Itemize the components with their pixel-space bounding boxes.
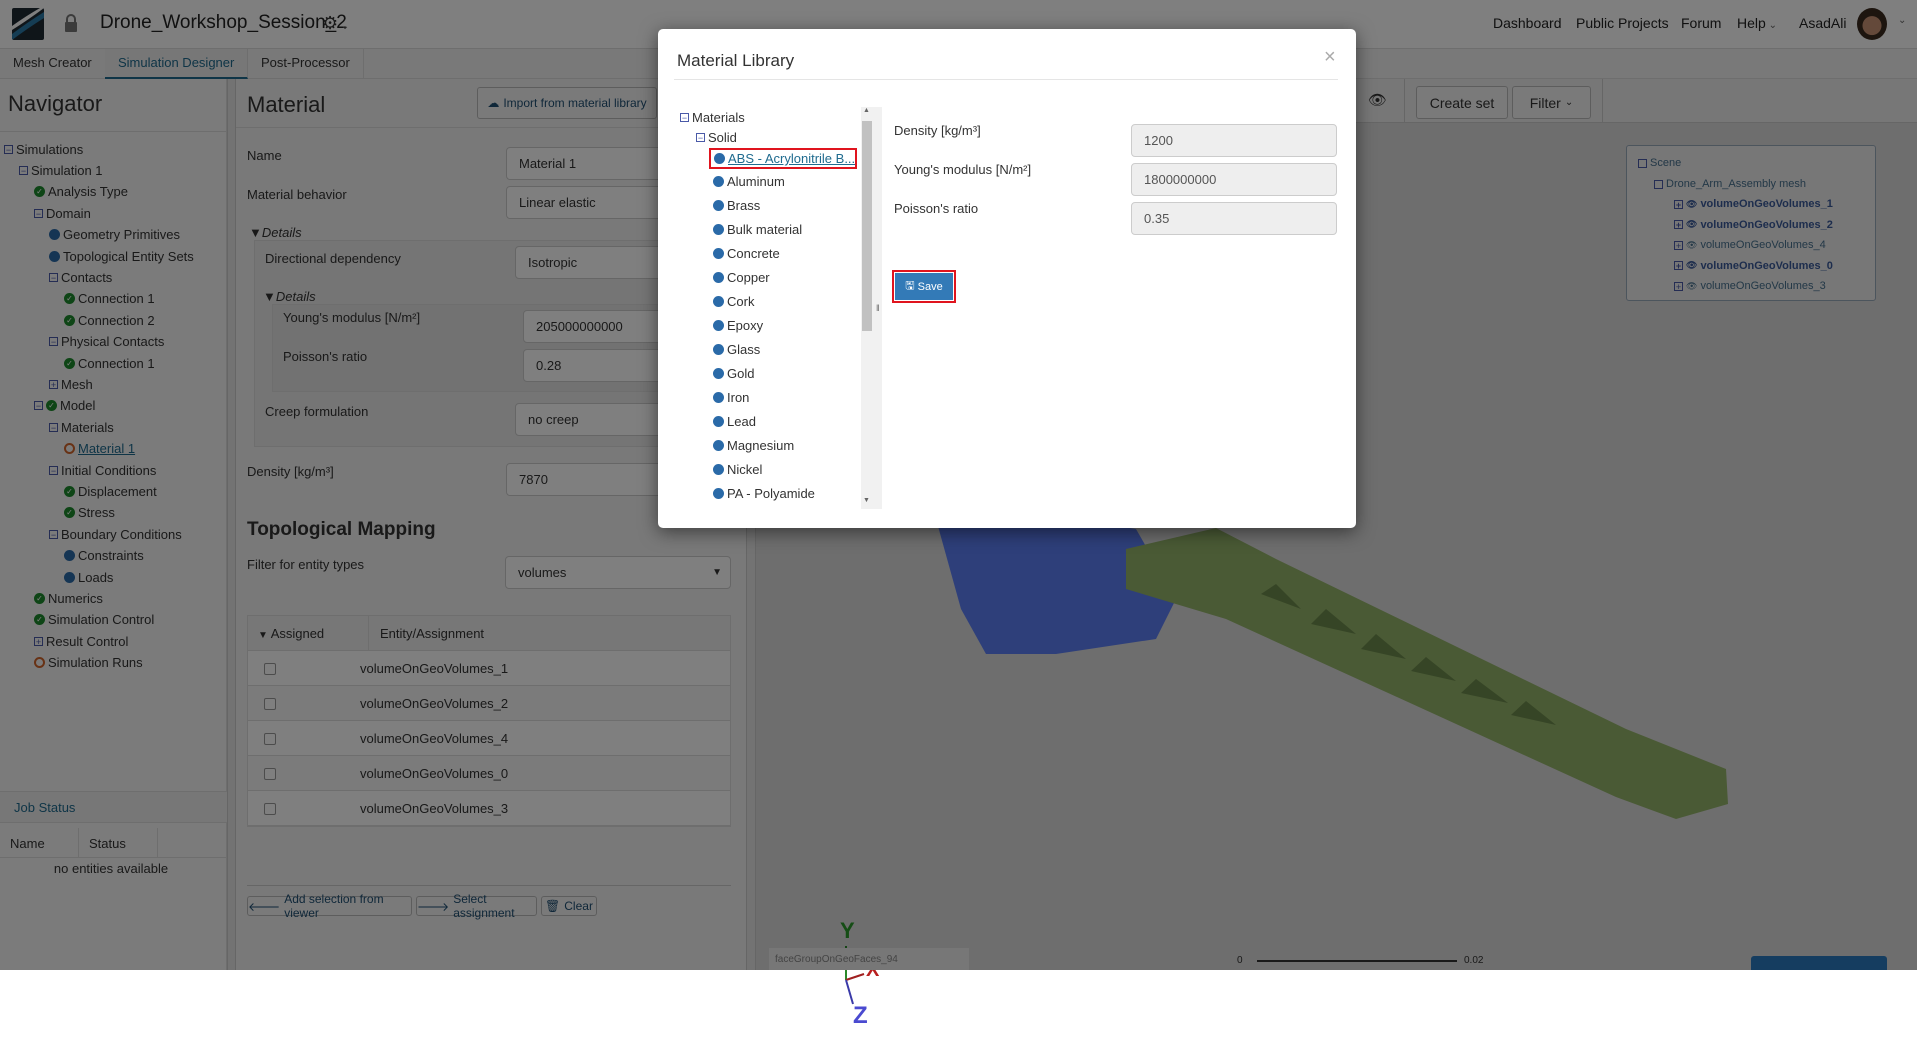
resize-handle-icon: ‖ (876, 303, 880, 313)
material-tree: − Materials − Solid ABS - Acrylonitrile B...… (658, 29, 858, 528)
material-item-label: Glass (727, 342, 761, 357)
material-item-label: Nickel (727, 462, 763, 477)
material-item[interactable]: Brass (713, 198, 760, 213)
material-item[interactable]: Copper (713, 270, 770, 285)
property-label: Young's modulus [N/m²] (894, 162, 1032, 177)
floppy-disk-icon: 🖫 (905, 280, 915, 292)
material-item[interactable]: Gold (713, 366, 754, 381)
material-item-label: Lead (727, 414, 756, 429)
material-item[interactable]: Aluminum (713, 174, 785, 189)
material-item-label: Cork (727, 294, 755, 309)
collapse-icon: − (696, 133, 705, 143)
collapse-icon: − (680, 113, 689, 123)
material-item-label: Concrete (727, 246, 780, 261)
material-item-label: ABS - Acrylonitrile B... (728, 151, 856, 166)
dot-icon (713, 200, 724, 211)
tree-root-label: Materials (692, 110, 745, 125)
property-label: Density [kg/m³] (894, 123, 981, 138)
dot-icon (713, 416, 724, 427)
tree-group-solid[interactable]: − Solid (696, 130, 737, 145)
material-item[interactable]: Nickel (713, 462, 762, 477)
dot-icon (713, 176, 724, 187)
material-item-label: Magnesium (727, 438, 795, 453)
save-highlight: 🖫 Save (892, 270, 956, 303)
dot-icon (713, 368, 724, 379)
material-item-label: Gold (727, 366, 755, 381)
dot-icon (713, 392, 724, 403)
material-item-label: Iron (727, 390, 750, 405)
material-item[interactable]: Iron (713, 390, 749, 405)
material-item[interactable]: Bulk material (713, 222, 802, 237)
material-item[interactable]: ABS - Acrylonitrile B... (709, 148, 857, 169)
material-item[interactable]: Glass (713, 342, 760, 357)
material-item[interactable]: PA - Polyamide (713, 486, 815, 501)
scroll-down-icon: ▼ (863, 497, 870, 504)
dot-icon (713, 488, 724, 499)
property-value[interactable]: 1800000000 (1131, 163, 1337, 196)
dot-icon (713, 224, 724, 235)
save-button[interactable]: 🖫 Save (895, 273, 953, 300)
tree-root[interactable]: − Materials (680, 110, 745, 125)
material-item[interactable]: Epoxy (713, 318, 763, 333)
material-item-label: Epoxy (727, 318, 764, 333)
dot-icon (713, 344, 724, 355)
material-item-label: PA - Polyamide (727, 486, 815, 501)
material-item[interactable]: Lead (713, 414, 756, 429)
axis-z-label: Z (853, 1002, 868, 1029)
scroll-up-icon: ▲ (863, 107, 870, 114)
property-label: Poisson's ratio (894, 201, 979, 216)
scrollbar-thumb[interactable] (862, 121, 872, 331)
material-library-dialog: Material Library × − Materials − Solid ABS -… (658, 29, 1356, 528)
material-item[interactable]: Magnesium (713, 438, 794, 453)
material-item-label: Copper (727, 270, 770, 285)
material-item[interactable]: Cork (713, 294, 754, 309)
dot-icon (713, 440, 724, 451)
dot-icon (714, 153, 725, 164)
property-value[interactable]: 0.35 (1131, 202, 1337, 235)
property-value[interactable]: 1200 (1131, 124, 1337, 157)
tree-scrollbar[interactable]: ▲ ▼ ‖ (861, 107, 882, 509)
close-icon[interactable]: × (1324, 46, 1336, 69)
dot-icon (713, 296, 724, 307)
material-item-label: Brass (727, 198, 761, 213)
material-item-label: Aluminum (727, 174, 785, 189)
material-item[interactable]: Concrete (713, 246, 780, 261)
tree-group-solid-label: Solid (708, 130, 737, 145)
dot-icon (713, 272, 724, 283)
dot-icon (713, 248, 724, 259)
dot-icon (713, 320, 724, 331)
dot-icon (713, 464, 724, 475)
material-item-label: Bulk material (727, 222, 803, 237)
